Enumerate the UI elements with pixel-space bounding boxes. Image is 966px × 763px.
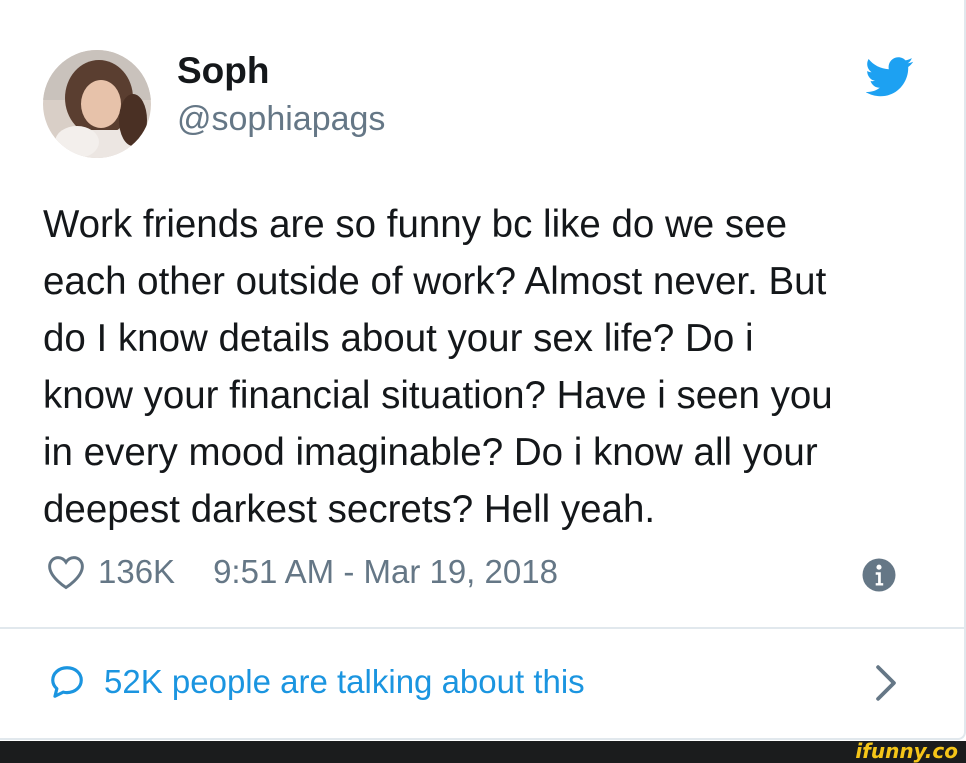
tweet-meta: 136K 9:51 AM - Mar 19, 2018	[46, 550, 558, 594]
display-name[interactable]: Soph	[177, 50, 269, 92]
like-count[interactable]: 136K	[98, 553, 175, 591]
conversation-label: 52K people are talking about this	[104, 663, 585, 700]
twitter-bird-icon[interactable]	[866, 57, 914, 97]
watermark-bar	[0, 741, 966, 763]
tweet-text: Work friends are so funny bc like do we …	[43, 203, 833, 531]
avatar[interactable]	[43, 50, 151, 158]
chevron-right-icon[interactable]	[873, 664, 899, 702]
info-icon[interactable]	[861, 557, 897, 593]
conversation-link[interactable]: 52K people are talking about this	[48, 660, 908, 704]
user-handle[interactable]: @sophiapags	[177, 100, 385, 139]
heart-icon[interactable]	[46, 554, 86, 590]
speech-bubble-icon	[51, 666, 83, 698]
divider	[0, 627, 964, 629]
tweet-card: Soph @sophiapags Work friends are so fun…	[0, 0, 966, 740]
timestamp[interactable]: 9:51 AM - Mar 19, 2018	[213, 553, 558, 591]
avatar-photo	[43, 50, 151, 158]
ifunny-watermark: ifunny.co	[855, 739, 958, 763]
